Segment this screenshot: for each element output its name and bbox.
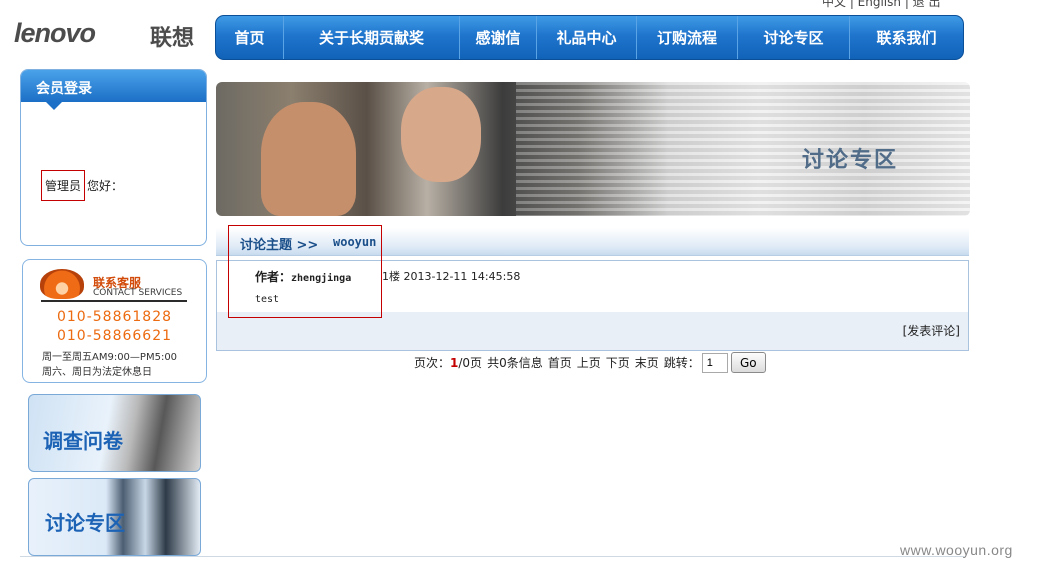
pager-current: 1 [450, 355, 459, 370]
discussion-banner[interactable]: 讨论专区 [28, 478, 201, 556]
logo-en: lenovo [14, 18, 96, 48]
contact-title-en: CONTACT SERVICES [93, 288, 183, 298]
divider [41, 300, 187, 302]
post-content: test [255, 294, 280, 305]
pager-next[interactable]: 下页 [606, 354, 630, 371]
service-hours-weekday: 周一至周五AM9:00—PM5:00 [42, 352, 178, 363]
pager-jump-label: 跳转： [663, 356, 700, 370]
post-item: 作者：zhengjinga 1楼 2013-12-11 14:45:58 tes… [216, 260, 969, 351]
main-nav: 首页 关于长期贡献奖 感谢信 礼品中心 订购流程 讨论专区 联系我们 [215, 15, 964, 60]
topic-header: 讨论主题 >> wooyun [216, 228, 969, 256]
survey-banner-label: 调查问卷 [43, 429, 123, 453]
login-greeting: 管理员 您好： [41, 170, 123, 201]
author-label: 作者： [255, 270, 292, 284]
topic-name: wooyun [333, 235, 377, 249]
nav-about-award[interactable]: 关于长期贡献奖 [284, 16, 460, 59]
greeting-text: 您好： [87, 179, 124, 193]
pager-prev[interactable]: 上页 [577, 354, 601, 371]
nav-order-process[interactable]: 订购流程 [637, 16, 738, 59]
pager-total: /0页 [458, 356, 483, 370]
nav-home[interactable]: 首页 [216, 16, 284, 59]
person-image [401, 87, 481, 182]
contact-services-panel: 联系客服 CONTACT SERVICES 010-58861828 010-5… [22, 259, 207, 383]
bottom-divider [20, 556, 964, 557]
nav-thank-you[interactable]: 感谢信 [460, 16, 537, 59]
person-image [261, 102, 356, 216]
author-name: zhengjinga [291, 273, 352, 284]
nav-discussion[interactable]: 讨论专区 [738, 16, 850, 59]
post-author-line: 作者：zhengjinga [255, 268, 351, 285]
survey-banner[interactable]: 调查问卷 [28, 394, 201, 472]
post-floor-time: 1楼 2013-12-11 14:45:58 [382, 270, 521, 283]
post-footer: [发表评论] [217, 312, 968, 350]
discussion-banner-label: 讨论专区 [45, 511, 125, 535]
pager-info: 共0条信息 [487, 356, 543, 370]
username: 管理员 [41, 170, 86, 201]
top-links[interactable]: 中文 | English | 退 出 [822, 0, 941, 10]
member-login-panel: 会员登录 管理员 您好： [20, 69, 207, 246]
post-comment-link[interactable]: [发表评论] [903, 322, 960, 339]
lenovo-logo: lenovo 联想 [14, 18, 204, 51]
phone-number-2: 010-58866621 [56, 328, 173, 344]
watermark: www.wooyun.org [900, 542, 1013, 558]
topic-label: 讨论主题 >> [240, 238, 319, 253]
pager-prefix: 页次： [414, 356, 451, 370]
pager-last[interactable]: 末页 [635, 354, 659, 371]
banner-stripes [516, 82, 970, 216]
go-button[interactable]: Go [730, 352, 766, 373]
page-jump-input[interactable] [701, 352, 728, 373]
member-login-title: 会员登录 [21, 70, 206, 110]
hero-banner: 讨论专区 [216, 82, 970, 216]
hero-title: 讨论专区 [802, 148, 899, 173]
nav-contact-us[interactable]: 联系我们 [850, 16, 963, 59]
service-hours-weekend: 周六、周日为法定休息日 [42, 367, 152, 378]
logo-cn: 联想 [150, 26, 195, 51]
telephone-icon [40, 269, 84, 299]
nav-gift-center[interactable]: 礼品中心 [537, 16, 637, 59]
phone-number-1: 010-58861828 [56, 309, 173, 325]
pager-first[interactable]: 首页 [548, 354, 572, 371]
pagination: 页次： 1 /0页 共0条信息 首页 上页 下页 末页 跳转： Go [414, 352, 766, 373]
